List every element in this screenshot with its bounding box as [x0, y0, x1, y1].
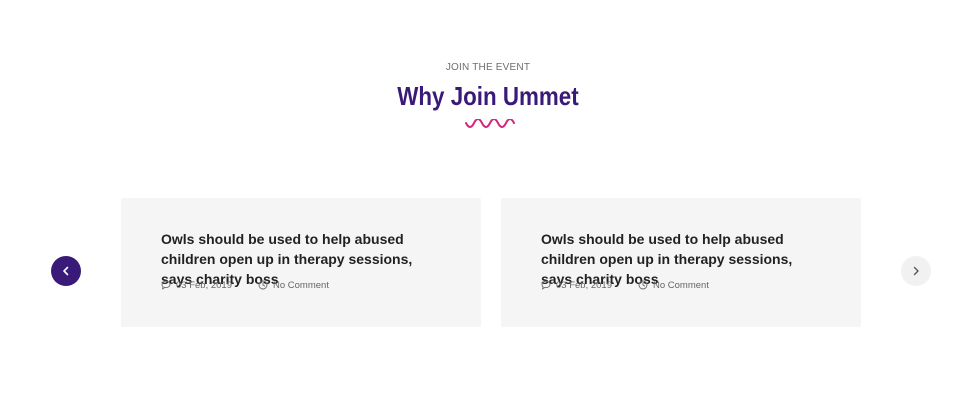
chat-bubble-icon	[541, 280, 551, 290]
squiggle-divider-icon	[465, 119, 515, 128]
card-comments[interactable]: No Comment	[638, 280, 709, 291]
event-card[interactable]: Owls should be used to help abused child…	[501, 198, 861, 327]
card-date: 03 Feb, 2019	[541, 280, 612, 291]
card-meta: 03 Feb, 2019 No Comment	[541, 278, 709, 292]
clock-icon	[258, 280, 268, 290]
carousel-prev-button[interactable]	[51, 256, 81, 286]
clock-icon	[638, 280, 648, 290]
chat-bubble-icon	[161, 280, 171, 290]
card-date-text: 03 Feb, 2019	[176, 279, 232, 291]
card-comments[interactable]: No Comment	[258, 280, 329, 291]
card-comments-text[interactable]: No Comment	[273, 280, 329, 291]
card-date: 03 Feb, 2019	[161, 280, 232, 291]
card-date-text: 03 Feb, 2019	[556, 279, 612, 291]
section-eyebrow: JOIN THE EVENT	[445, 62, 531, 73]
chevron-left-icon	[63, 266, 69, 276]
section-title: Why Join Ummet	[397, 81, 579, 111]
chevron-right-icon	[913, 266, 919, 276]
carousel-next-button[interactable]	[901, 256, 931, 286]
card-meta: 03 Feb, 2019 No Comment	[161, 278, 329, 292]
card-comments-text[interactable]: No Comment	[653, 280, 709, 291]
event-card[interactable]: Owls should be used to help abused child…	[121, 198, 481, 327]
